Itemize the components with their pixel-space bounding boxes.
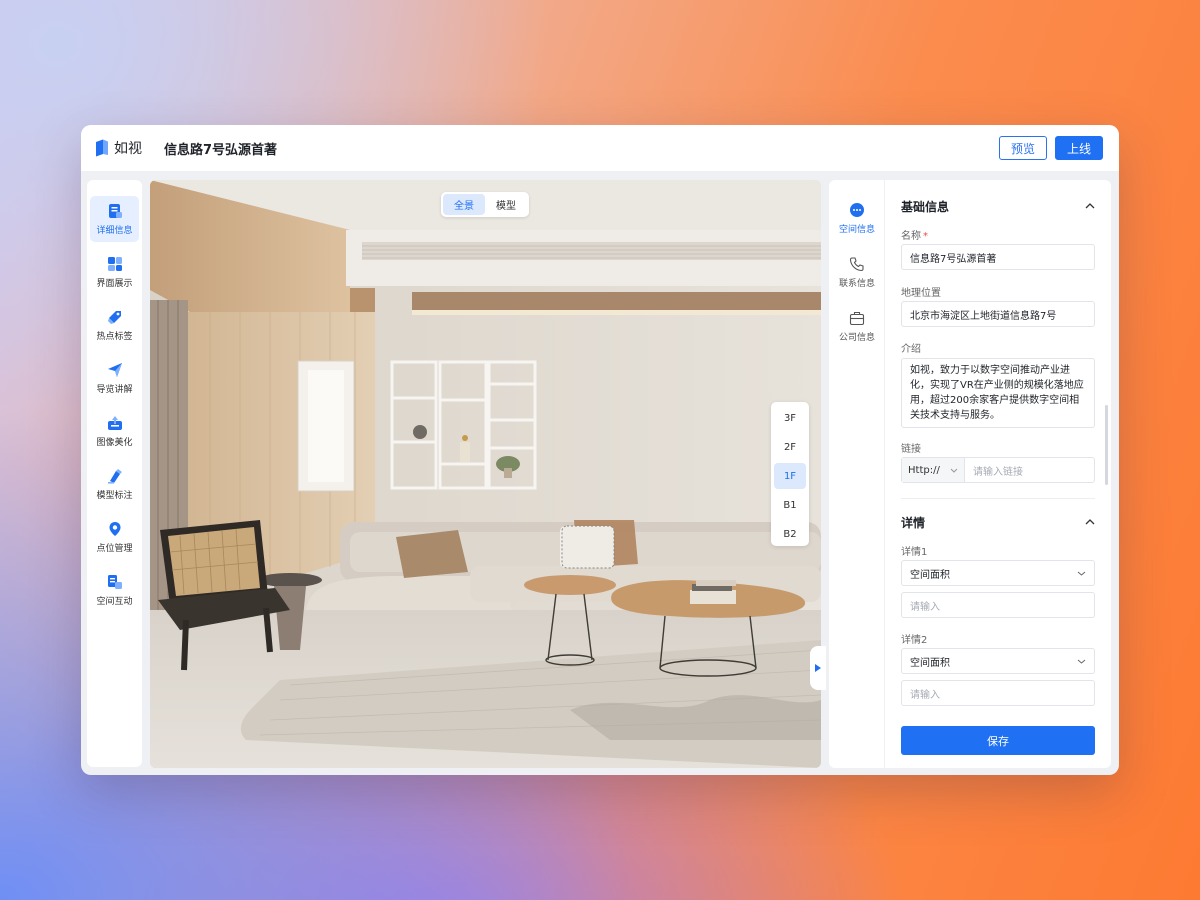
sidebar-item-detail-info[interactable]: 详细信息 <box>90 196 139 242</box>
sidebar-item-label: 导览讲解 <box>96 384 133 395</box>
sidebar-item-location-management[interactable]: 点位管理 <box>90 514 139 560</box>
sidebar-item-hotspot-tag[interactable]: 热点标签 <box>90 302 139 348</box>
guided-tour-icon <box>107 362 122 377</box>
tab-label: 空间信息 <box>838 225 875 235</box>
sidebar-item-label: 界面展示 <box>96 278 133 289</box>
triangle-right-icon <box>815 664 821 672</box>
name-label: 名称 * <box>901 231 928 242</box>
floor-option[interactable]: 3F <box>774 405 806 431</box>
floor-option[interactable]: 2F <box>774 434 806 460</box>
top-bar: 如视 信息路7号弘源首著 预览 上线 <box>81 125 1119 171</box>
preview-button[interactable]: 预览 <box>998 136 1047 160</box>
tab-label: 联系信息 <box>838 279 875 289</box>
detail2-select[interactable]: 空间面积 <box>901 648 1095 674</box>
detail1-label: 详情1 <box>901 547 928 558</box>
view-mode-toggle: 全景 模型 <box>441 192 529 217</box>
model-annotation-icon <box>107 468 122 484</box>
sidebar-item-label: 模型标注 <box>96 490 133 501</box>
sidebar-item-space-interaction[interactable]: 空间互动 <box>90 567 139 613</box>
chevron-up-icon <box>1085 203 1095 209</box>
panel-collapse-handle[interactable] <box>810 646 826 690</box>
location-label: 地理位置 <box>901 288 941 299</box>
logo-text: 如视 <box>114 141 142 157</box>
right-panel-tabs: 空间信息 联系信息 公司信息 <box>829 180 885 768</box>
chevron-up-icon <box>1085 519 1095 525</box>
intro-textarea[interactable]: 如视，致力于以数字空间推动产业进化，实现了VR在产业侧的规模化落地应用，超过20… <box>901 358 1095 428</box>
details-header[interactable]: 详情 <box>901 512 1095 532</box>
chat-bubble-icon <box>850 203 864 217</box>
section-title: 详情 <box>901 515 926 530</box>
chevron-down-icon <box>1077 659 1086 664</box>
sidebar-item-model-annotation[interactable]: 模型标注 <box>90 461 139 507</box>
scrollbar[interactable] <box>1105 405 1108 485</box>
link-input[interactable]: 请输入链接 <box>965 458 1094 482</box>
logo: 如视 <box>95 138 142 158</box>
sidebar-item-image-beautify[interactable]: 图像美化 <box>90 408 139 454</box>
logo-icon <box>95 139 109 157</box>
section-divider <box>901 498 1095 499</box>
link-label: 链接 <box>901 444 921 455</box>
location-pin-icon <box>109 521 120 536</box>
detail2-input[interactable]: 请输入 <box>901 680 1095 706</box>
section-title: 基础信息 <box>901 199 950 214</box>
sidebar-item-interface-display[interactable]: 界面展示 <box>90 249 139 295</box>
view-mode-model[interactable]: 模型 <box>485 194 527 215</box>
floor-selector: 3F 2F 1F B1 B2 <box>771 402 809 546</box>
name-field[interactable]: 信息路7号弘源首著 <box>901 244 1095 270</box>
sidebar-item-label: 详细信息 <box>96 225 133 236</box>
sidebar-item-label: 空间互动 <box>96 596 133 607</box>
floor-option-active[interactable]: 1F <box>774 463 806 489</box>
detail1-select[interactable]: 空间面积 <box>901 560 1095 586</box>
interface-display-icon <box>107 256 122 271</box>
project-title: 信息路7号弘源首著 <box>164 142 278 158</box>
detail1-input[interactable]: 请输入 <box>901 592 1095 618</box>
tab-space-info[interactable]: 空间信息 <box>829 202 885 256</box>
detail-info-icon <box>108 203 122 218</box>
sidebar-item-label: 点位管理 <box>96 543 133 554</box>
floor-option[interactable]: B2 <box>774 521 806 547</box>
tab-company-info[interactable]: 公司信息 <box>829 310 885 364</box>
link-field: Http:// 请输入链接 <box>901 457 1095 483</box>
publish-button[interactable]: 上线 <box>1054 136 1103 160</box>
left-sidebar: 详细信息 界面展示 热点标签 导览讲解 图像美化 模型标注 点位管理 空间互动 <box>87 180 142 767</box>
phone-icon <box>849 257 864 272</box>
sidebar-item-label: 热点标签 <box>96 331 133 342</box>
briefcase-icon <box>849 311 865 326</box>
location-field[interactable]: 北京市海淀区上地街道信息路7号 <box>901 301 1095 327</box>
app-window: 如视 信息路7号弘源首著 预览 上线 详细信息 界面展示 热点标签 导览讲解 图… <box>81 125 1119 775</box>
view-mode-panorama[interactable]: 全景 <box>443 194 485 215</box>
tab-contact-info[interactable]: 联系信息 <box>829 256 885 310</box>
hotspot-tag-icon <box>107 310 121 324</box>
sidebar-item-guided-tour[interactable]: 导览讲解 <box>90 355 139 401</box>
detail2-label: 详情2 <box>901 635 928 646</box>
basic-info-header[interactable]: 基础信息 <box>901 196 1095 216</box>
save-button[interactable]: 保存 <box>901 726 1095 755</box>
intro-label: 介绍 <box>901 344 921 355</box>
info-form: 基础信息 名称 * 信息路7号弘源首著 地理位置 北京市海淀区上地街道信息路7号 … <box>901 180 1095 768</box>
tab-label: 公司信息 <box>838 333 875 343</box>
space-interaction-icon <box>107 574 122 589</box>
sidebar-item-label: 图像美化 <box>96 437 133 448</box>
chevron-down-icon <box>950 468 958 473</box>
link-protocol-select[interactable]: Http:// <box>902 458 965 482</box>
right-panel: 空间信息 联系信息 公司信息 基础信息 名称 * 信息路7号弘源首著 地理位置 … <box>829 180 1111 768</box>
chevron-down-icon <box>1077 571 1086 576</box>
floor-option[interactable]: B1 <box>774 492 806 518</box>
room-panorama-image <box>150 180 821 768</box>
image-beautify-icon <box>107 415 122 430</box>
panorama-viewer[interactable]: 全景 模型 3F 2F 1F B1 B2 <box>150 180 821 768</box>
